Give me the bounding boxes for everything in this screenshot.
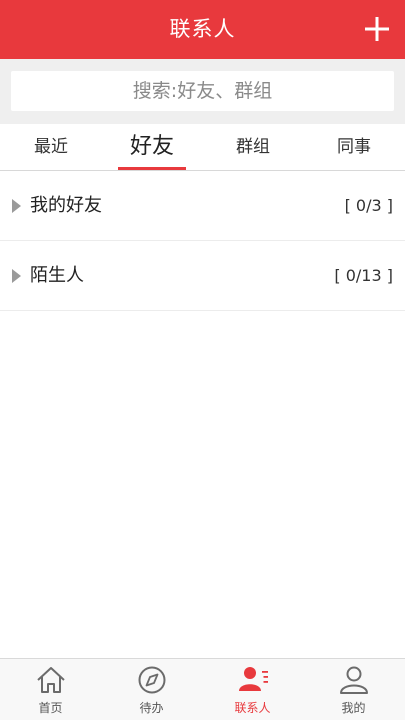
group-row-my-friends[interactable]: 我的好友 [ 0/3 ] (0, 171, 405, 241)
caret-right-icon (12, 269, 21, 283)
group-name: 我的好友 (30, 195, 102, 216)
nav-contacts[interactable]: 联系人 (202, 659, 303, 721)
nav-profile[interactable]: 我的 (303, 659, 404, 721)
tab-label: 最近 (34, 137, 68, 157)
page-title: 联系人 (169, 17, 236, 41)
compass-icon (138, 666, 166, 694)
active-tab-indicator (118, 167, 186, 170)
plus-icon (365, 17, 389, 41)
nav-label: 联系人 (234, 701, 271, 715)
search-bar (0, 59, 405, 124)
tab-colleagues[interactable]: 同事 (323, 124, 385, 170)
nav-home[interactable]: 首页 (0, 659, 101, 721)
tab-groups[interactable]: 群组 (222, 124, 284, 170)
contacts-icon (239, 667, 268, 691)
add-contact-button[interactable] (363, 15, 391, 43)
caret-right-icon (12, 199, 21, 213)
top-app-bar: 联系人 (0, 0, 405, 59)
nav-label: 待办 (139, 701, 164, 715)
search-input[interactable] (11, 71, 394, 111)
group-row-strangers[interactable]: 陌生人 [ 0/13 ] (0, 241, 405, 311)
tab-recent[interactable]: 最近 (22, 124, 80, 170)
contact-tabs: 最近 好友 群组 同事 (0, 124, 405, 171)
nav-label: 我的 (341, 701, 366, 715)
group-count: [ 0/3 ] (344, 196, 393, 215)
nav-label: 首页 (38, 701, 63, 715)
home-icon (37, 667, 65, 693)
person-icon (340, 666, 368, 694)
tab-friends[interactable]: 好友 (118, 124, 186, 170)
nav-todo[interactable]: 待办 (101, 659, 202, 721)
tab-label: 群组 (236, 137, 270, 157)
group-count: [ 0/13 ] (334, 266, 393, 285)
group-name: 陌生人 (30, 265, 84, 286)
bottom-navigation: 首页 待办 联系人 我的 (0, 658, 405, 720)
tab-label: 同事 (337, 137, 371, 157)
tab-label: 好友 (129, 134, 174, 159)
